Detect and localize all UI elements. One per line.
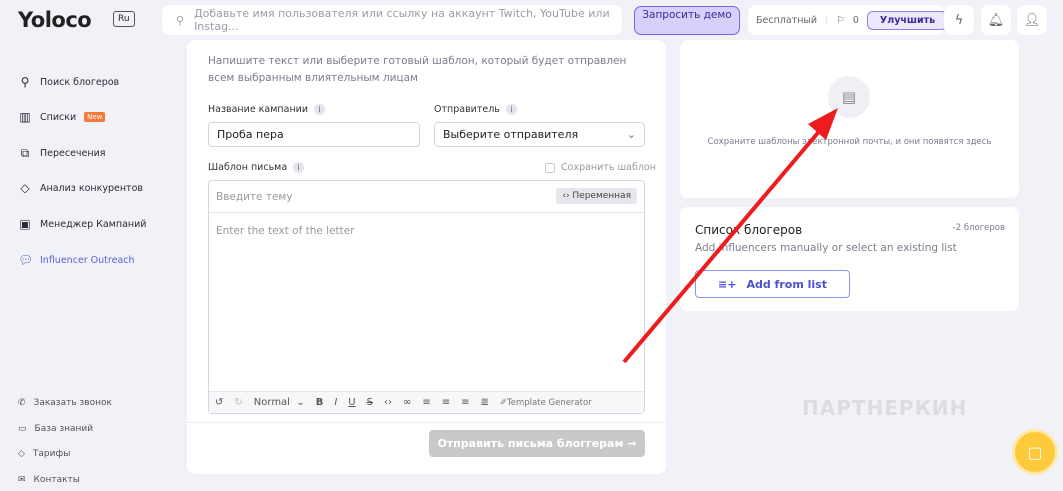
arrow-shaft	[622, 126, 824, 364]
red-arrow-annotation	[622, 108, 838, 364]
arrow-head	[808, 108, 838, 140]
